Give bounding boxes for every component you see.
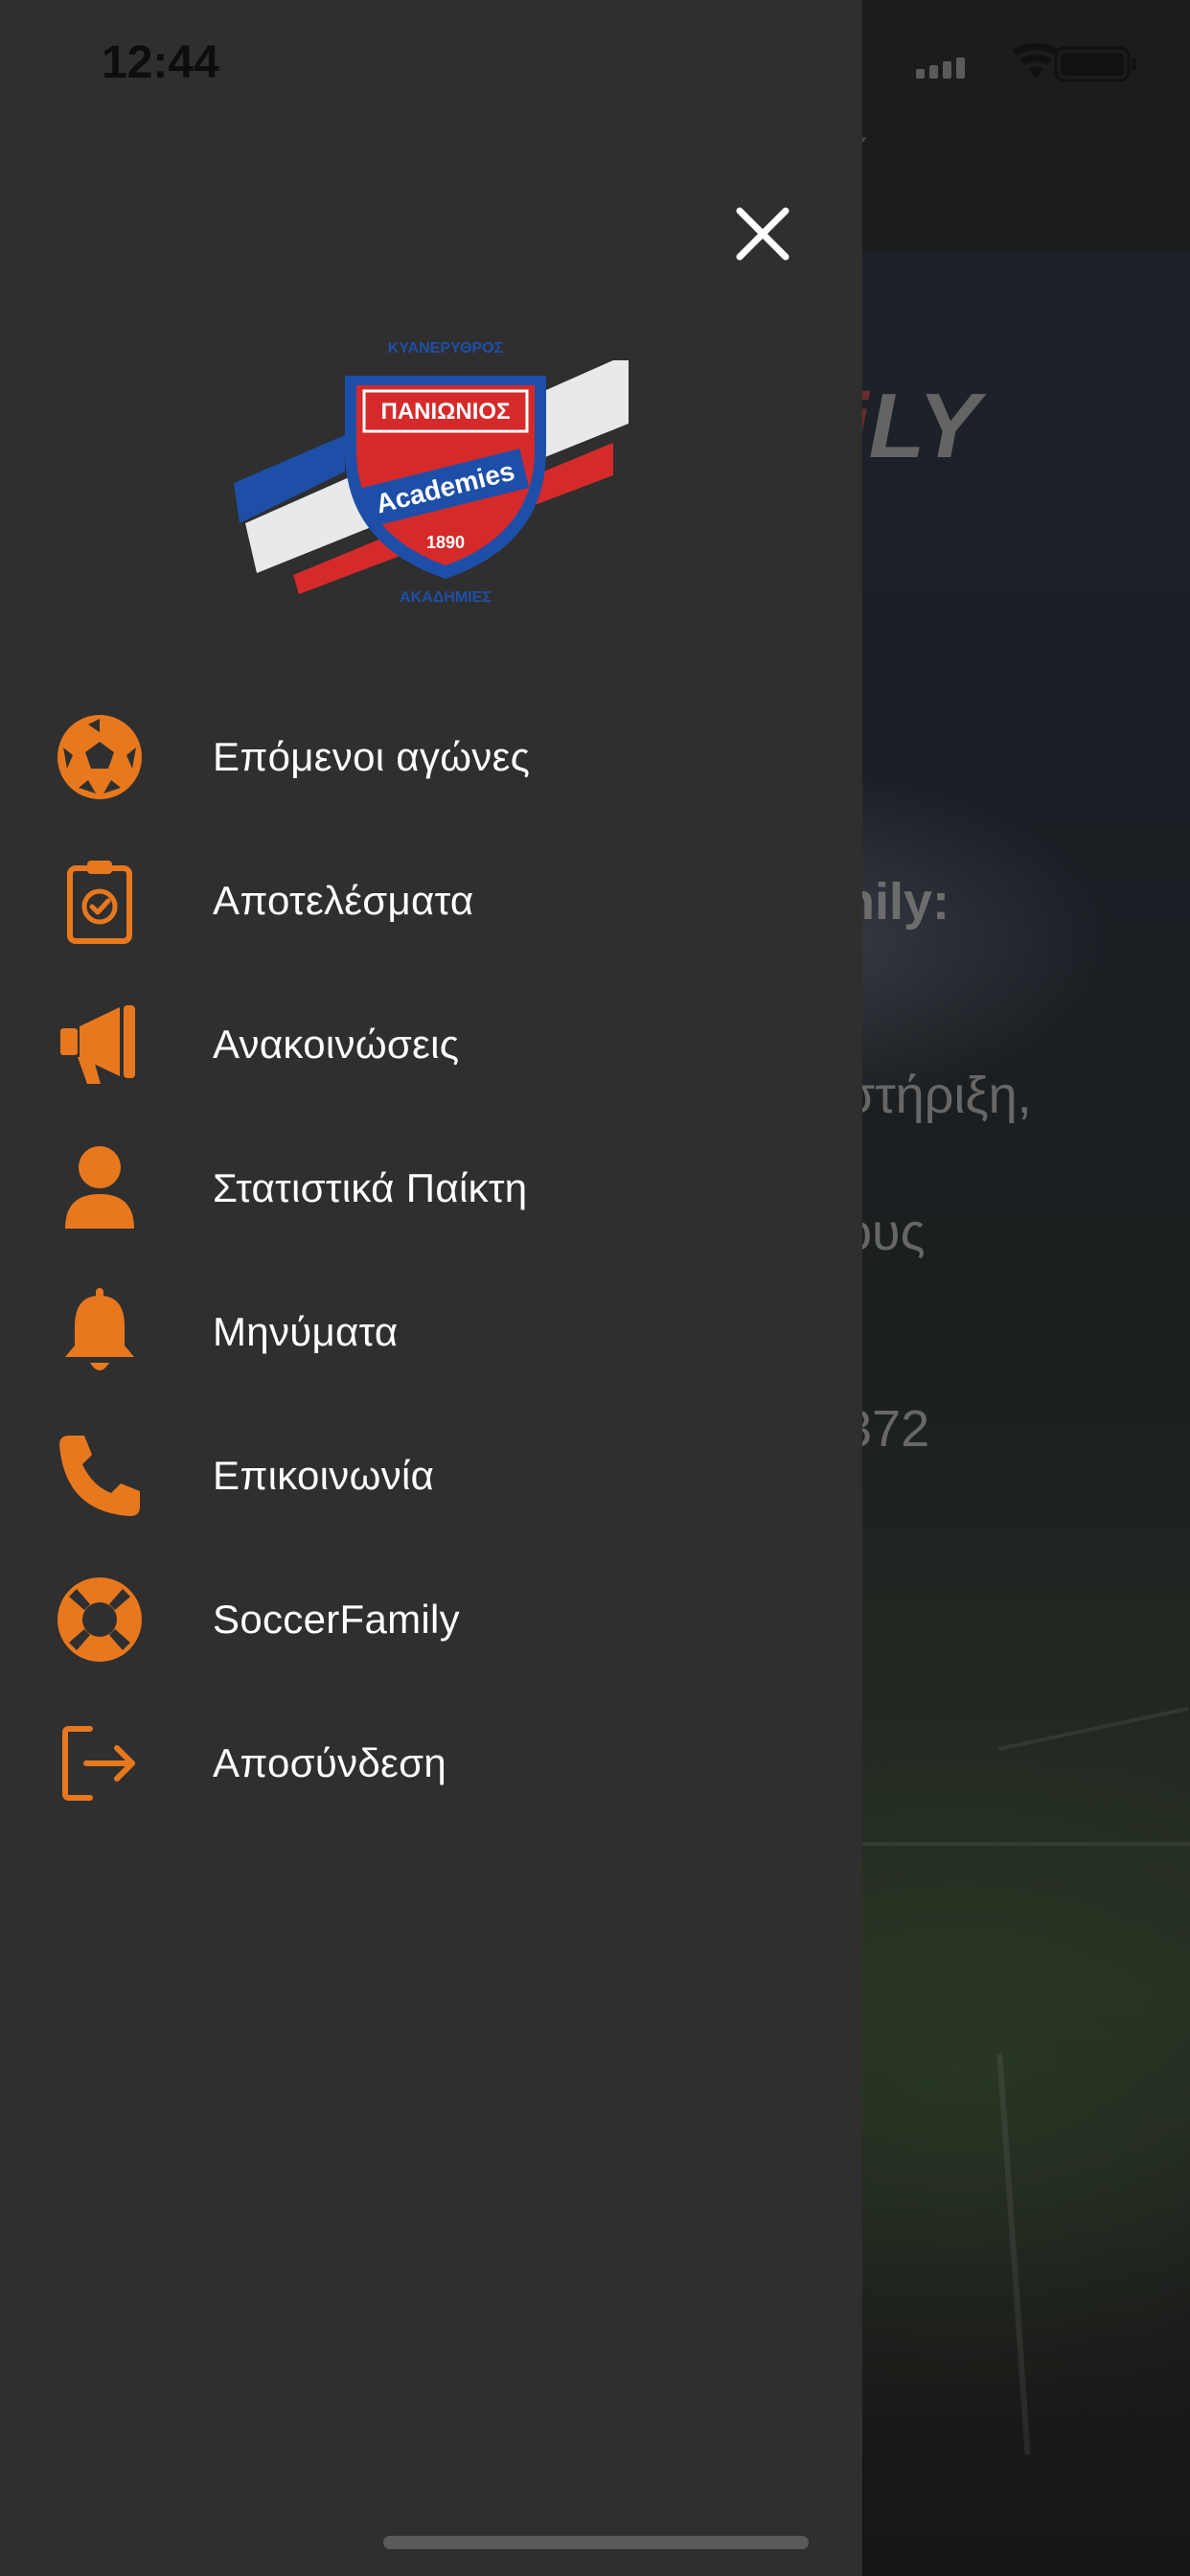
menu-item-contact[interactable]: Επικοινωνία bbox=[0, 1404, 862, 1548]
menu-item-label: Αποσύνδεση bbox=[213, 1740, 447, 1785]
menu-item-label: Επικοινωνία bbox=[213, 1453, 435, 1498]
crest-club-name: ΠΑΝΙΩΝΙΟΣ bbox=[381, 399, 511, 425]
side-drawer: ΠΑΝΙΩΝΙΟΣ Academies 1890 ΚΥΑΝΕΡΥΘΡΟΣ ΑΚΑ… bbox=[0, 0, 862, 2576]
menu-item-player-stats[interactable]: Στατιστικά Παίκτη bbox=[0, 1116, 862, 1260]
status-bar: 12:44 bbox=[0, 0, 1190, 125]
menu-item-soccerfamily[interactable]: SoccerFamily bbox=[0, 1548, 862, 1691]
club-crest-logo: ΠΑΝΙΩΝΙΟΣ Academies 1890 ΚΥΑΝΕΡΥΘΡΟΣ ΑΚΑ… bbox=[230, 335, 632, 613]
menu-item-label: Μηνύματα bbox=[213, 1309, 399, 1354]
battery-icon bbox=[1054, 46, 1136, 82]
menu-item-messages[interactable]: Μηνύματα bbox=[0, 1260, 862, 1404]
status-time: 12:44 bbox=[102, 37, 219, 88]
user-icon bbox=[52, 1140, 148, 1236]
menu-item-label: SoccerFamily bbox=[213, 1597, 460, 1642]
logout-icon bbox=[52, 1715, 148, 1811]
close-icon bbox=[736, 207, 790, 261]
wifi-icon bbox=[1012, 43, 1060, 79]
cellular-signal-icon bbox=[916, 58, 965, 79]
crest-year: 1890 bbox=[426, 533, 465, 552]
crest-bottom-text: ΑΚΑΔΗΜΙΕΣ bbox=[400, 589, 492, 606]
megaphone-icon bbox=[52, 997, 148, 1092]
clipboard-check-icon bbox=[52, 853, 148, 949]
menu-item-announcements[interactable]: Ανακοινώσεις bbox=[0, 973, 862, 1116]
drawer-menu: Επόμενοι αγώνες Αποτελέσματα Ανακοινώσει… bbox=[0, 685, 862, 1835]
menu-item-logout[interactable]: Αποσύνδεση bbox=[0, 1691, 862, 1835]
close-button[interactable] bbox=[717, 188, 809, 280]
menu-item-label: Επόμενοι αγώνες bbox=[213, 734, 531, 779]
soccer-ball-icon bbox=[52, 709, 148, 805]
phone-icon bbox=[52, 1428, 148, 1524]
status-icons bbox=[916, 38, 1184, 101]
menu-item-label: Ανακοινώσεις bbox=[213, 1022, 460, 1067]
lifebuoy-icon bbox=[52, 1572, 148, 1668]
menu-item-results[interactable]: Αποτελέσματα bbox=[0, 829, 862, 973]
menu-item-upcoming-matches[interactable]: Επόμενοι αγώνες bbox=[0, 685, 862, 829]
home-indicator[interactable] bbox=[383, 2536, 809, 2549]
menu-item-label: Στατιστικά Παίκτη bbox=[213, 1165, 528, 1210]
menu-item-label: Αποτελέσματα bbox=[213, 878, 474, 923]
crest-top-text: ΚΥΑΝΕΡΥΘΡΟΣ bbox=[388, 340, 504, 356]
bell-icon bbox=[52, 1284, 148, 1380]
